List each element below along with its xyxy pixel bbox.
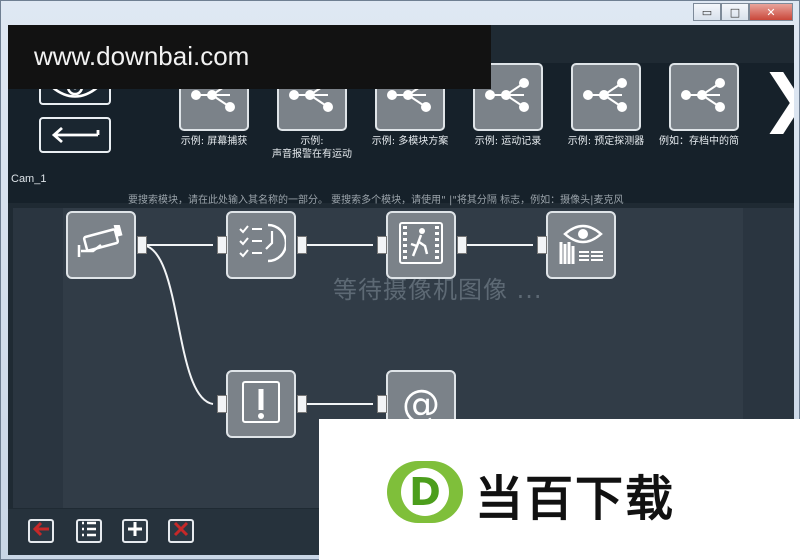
add-module-button[interactable] (122, 519, 148, 543)
camera-icon (75, 223, 127, 265)
example-label-1: 示例: 屏幕捕获 (180, 136, 248, 147)
camera-label: Cam_1 (11, 173, 47, 185)
camera-output-port[interactable] (137, 236, 147, 254)
search-hint: 要搜索模块，请在此处输入其名称的一部分。 要搜索多个模块，请使用" |"将其分隔… (128, 195, 624, 206)
watermark-logo: D (387, 461, 463, 523)
schedule-input-port[interactable] (217, 236, 227, 254)
close-icon (173, 521, 189, 541)
alert-input-port[interactable] (217, 395, 227, 413)
example-label-3: 示例: 多模块方案 (371, 136, 449, 147)
example-label-2: 示例: 声音报警在有运动 (272, 136, 352, 160)
minimize-button[interactable]: ▭ (693, 3, 721, 21)
motion-output-port[interactable] (457, 236, 467, 254)
archive-input-port[interactable] (537, 236, 547, 254)
example-tile-5[interactable] (571, 63, 641, 131)
exit-button[interactable] (28, 519, 54, 543)
window-controls: ▭ □ ✕ (693, 3, 793, 21)
exit-arrow-icon (31, 521, 51, 541)
schedule-output-port[interactable] (297, 236, 307, 254)
share-graph-icon (484, 77, 532, 117)
alert-icon (241, 380, 281, 428)
close-window-button[interactable]: ✕ (749, 3, 793, 21)
motion-detector-icon (397, 220, 445, 270)
archive-viewer-icon (555, 220, 607, 270)
back-button[interactable] (39, 117, 111, 153)
next-examples-arrow-icon[interactable]: ❯ (760, 67, 794, 129)
maximize-button[interactable]: □ (721, 3, 749, 21)
example-tile-6[interactable] (669, 63, 739, 131)
watermark-logo-letter: D (401, 468, 449, 516)
application-window: ▭ □ ✕ www.downbai.com Cam_1 示例: 屏幕捕获 示例:… (0, 0, 800, 560)
module-list-button[interactable] (76, 519, 102, 543)
list-icon (80, 520, 98, 542)
share-graph-icon (680, 77, 728, 117)
share-graph-icon (582, 77, 630, 117)
delete-module-button[interactable] (168, 519, 194, 543)
motion-input-port[interactable] (377, 236, 387, 254)
example-label-6: 例如：存档中的简 (659, 136, 739, 147)
camera-node[interactable] (66, 211, 136, 279)
email-input-port[interactable] (377, 395, 387, 413)
schedule-node[interactable] (226, 211, 296, 279)
alert-node[interactable] (226, 370, 296, 438)
return-arrow-icon (48, 124, 102, 146)
example-label-4: 示例: 运动记录 (474, 136, 542, 147)
example-label-5: 示例: 预定探测器 (567, 136, 645, 147)
motion-detector-node[interactable] (386, 211, 456, 279)
archive-viewer-node[interactable] (546, 211, 616, 279)
watermark-text: 当百下载 (475, 471, 676, 527)
schedule-icon (236, 221, 288, 269)
alert-output-port[interactable] (297, 395, 307, 413)
watermark-overlay: D 当百下载 (319, 419, 800, 560)
plus-icon (127, 521, 143, 541)
watermark-url: www.downbai.com (8, 25, 491, 89)
